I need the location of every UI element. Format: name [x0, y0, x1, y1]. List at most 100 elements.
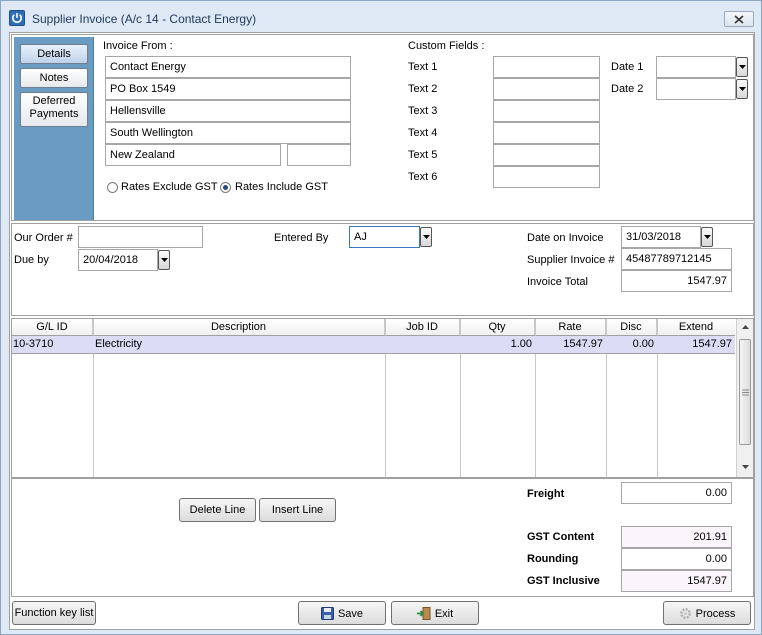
col-gl-id[interactable]: G/L ID: [12, 319, 93, 335]
entered-by-field[interactable]: AJ: [349, 226, 420, 248]
postcode-field[interactable]: [287, 144, 351, 166]
text2-label: Text 2: [408, 83, 438, 95]
tab-details[interactable]: Details: [20, 44, 88, 64]
table-header: G/L ID Description Job ID Qty Rate Disc …: [12, 319, 735, 336]
rates-include-gst-radio[interactable]: [220, 182, 231, 193]
rounding-label: Rounding: [527, 553, 579, 565]
insert-line-label: Insert Line: [271, 504, 324, 516]
scroll-up-icon[interactable]: [742, 325, 749, 329]
text6-field[interactable]: [493, 166, 600, 188]
custom-fields-heading: Custom Fields :: [408, 40, 485, 52]
cell-rate[interactable]: 1547.97: [537, 338, 603, 350]
window-title: Supplier Invoice (A/c 14 - Contact Energ…: [32, 12, 257, 26]
grip-icon: [742, 389, 749, 396]
invoice-total-field[interactable]: 1547.97: [621, 270, 732, 292]
text5-field[interactable]: [493, 144, 600, 166]
scroll-down-icon[interactable]: [742, 465, 749, 469]
delete-line-button[interactable]: Delete Line: [179, 498, 256, 522]
close-button[interactable]: [724, 11, 754, 27]
rounding-field[interactable]: 0.00: [621, 548, 732, 570]
text2-field[interactable]: [493, 78, 600, 100]
entered-by-dropdown[interactable]: [420, 227, 432, 247]
date2-label: Date 2: [611, 83, 644, 95]
order-panel: Our Order # Due by 20/04/2018 Entered By…: [11, 223, 754, 316]
rates-exclude-gst-radio[interactable]: [107, 182, 118, 193]
address-line-2[interactable]: PO Box 1549: [105, 78, 351, 100]
rates-exclude-gst-label[interactable]: Rates Exclude GST: [121, 181, 218, 193]
gst-inclusive-field: 1547.97: [621, 570, 732, 592]
date-on-invoice-field[interactable]: 31/03/2018: [621, 226, 701, 248]
chevron-down-icon: [160, 258, 168, 262]
date1-dropdown[interactable]: [736, 57, 748, 77]
date2-dropdown[interactable]: [736, 79, 748, 99]
exit-door-icon: [416, 607, 431, 623]
col-disc[interactable]: Disc: [606, 319, 657, 335]
side-tab-panel: Details Notes Deferred Payments: [14, 37, 94, 220]
power-icon[interactable]: [9, 10, 25, 26]
gst-content-field: 201.91: [621, 526, 732, 548]
invoice-lines-table[interactable]: G/L ID Description Job ID Qty Rate Disc …: [11, 318, 754, 478]
chevron-down-icon: [422, 235, 430, 239]
date1-field[interactable]: [656, 56, 736, 78]
tab-notes[interactable]: Notes: [20, 68, 88, 88]
text3-label: Text 3: [408, 105, 438, 117]
exit-label: Exit: [434, 608, 454, 620]
save-label: Save: [337, 608, 364, 620]
address-line-3[interactable]: Hellensville: [105, 100, 351, 122]
col-description[interactable]: Description: [93, 319, 385, 335]
text3-field[interactable]: [493, 100, 600, 122]
entered-by-label: Entered By: [274, 232, 329, 244]
col-rate[interactable]: Rate: [535, 319, 606, 335]
rates-include-gst-label[interactable]: Rates Include GST: [235, 181, 328, 193]
due-by-label: Due by: [14, 254, 49, 266]
our-order-label: Our Order #: [14, 232, 73, 244]
due-by-dropdown[interactable]: [158, 250, 170, 270]
address-line-4[interactable]: South Wellington: [105, 122, 351, 144]
text4-label: Text 4: [408, 127, 438, 139]
cell-extend[interactable]: 1547.97: [659, 338, 732, 350]
function-key-list-button[interactable]: Function key list: [12, 601, 96, 625]
col-job-id[interactable]: Job ID: [385, 319, 460, 335]
text1-field[interactable]: [493, 56, 600, 78]
col-qty[interactable]: Qty: [460, 319, 535, 335]
table-scrollbar[interactable]: [736, 319, 753, 477]
header-panel: Details Notes Deferred Payments Invoice …: [11, 34, 754, 221]
totals-panel: Delete Line Insert Line Freight 0.00 GST…: [11, 478, 754, 597]
scroll-thumb[interactable]: [739, 339, 751, 445]
date2-field[interactable]: [656, 78, 736, 100]
freight-field[interactable]: 0.00: [621, 482, 732, 504]
cell-disc[interactable]: 0.00: [608, 338, 654, 350]
insert-line-button[interactable]: Insert Line: [259, 498, 336, 522]
table-row[interactable]: 10-3710 Electricity 1.00 1547.97 0.00 15…: [12, 336, 735, 354]
gst-inclusive-label: GST Inclusive: [527, 575, 600, 587]
tab-deferred-line2: Payments: [29, 108, 79, 120]
chevron-down-icon: [703, 235, 711, 239]
tab-deferred-line1: Deferred: [32, 95, 76, 107]
date1-label: Date 1: [611, 61, 644, 73]
delete-line-label: Delete Line: [189, 504, 246, 516]
gst-content-label: GST Content: [527, 531, 595, 543]
tab-deferred-payments[interactable]: Deferred Payments: [20, 92, 88, 127]
save-button[interactable]: Save: [298, 601, 386, 625]
supplier-invoice-field[interactable]: 45487789712145: [621, 248, 732, 270]
chevron-down-icon: [738, 87, 746, 91]
invoice-from-heading: Invoice From :: [103, 40, 173, 52]
due-by-field[interactable]: 20/04/2018: [78, 249, 158, 271]
title-bar: Supplier Invoice (A/c 14 - Contact Energ…: [1, 1, 761, 31]
process-button[interactable]: Process: [663, 601, 751, 625]
date-on-invoice-dropdown[interactable]: [701, 227, 713, 247]
our-order-field[interactable]: [78, 226, 203, 248]
exit-button[interactable]: Exit: [391, 601, 479, 625]
address-line-1[interactable]: Contact Energy: [105, 56, 351, 78]
close-icon: [734, 15, 744, 24]
cell-gl-id[interactable]: 10-3710: [13, 338, 53, 350]
process-label: Process: [695, 608, 736, 620]
text4-field[interactable]: [493, 122, 600, 144]
col-extend[interactable]: Extend: [657, 319, 735, 335]
cell-qty[interactable]: 1.00: [462, 338, 532, 350]
supplier-invoice-window: Supplier Invoice (A/c 14 - Contact Energ…: [0, 0, 762, 635]
cell-description[interactable]: Electricity: [95, 338, 142, 350]
text6-label: Text 6: [408, 171, 438, 183]
function-key-list-label: Function key list: [14, 607, 94, 619]
address-line-5[interactable]: New Zealand: [105, 144, 281, 166]
